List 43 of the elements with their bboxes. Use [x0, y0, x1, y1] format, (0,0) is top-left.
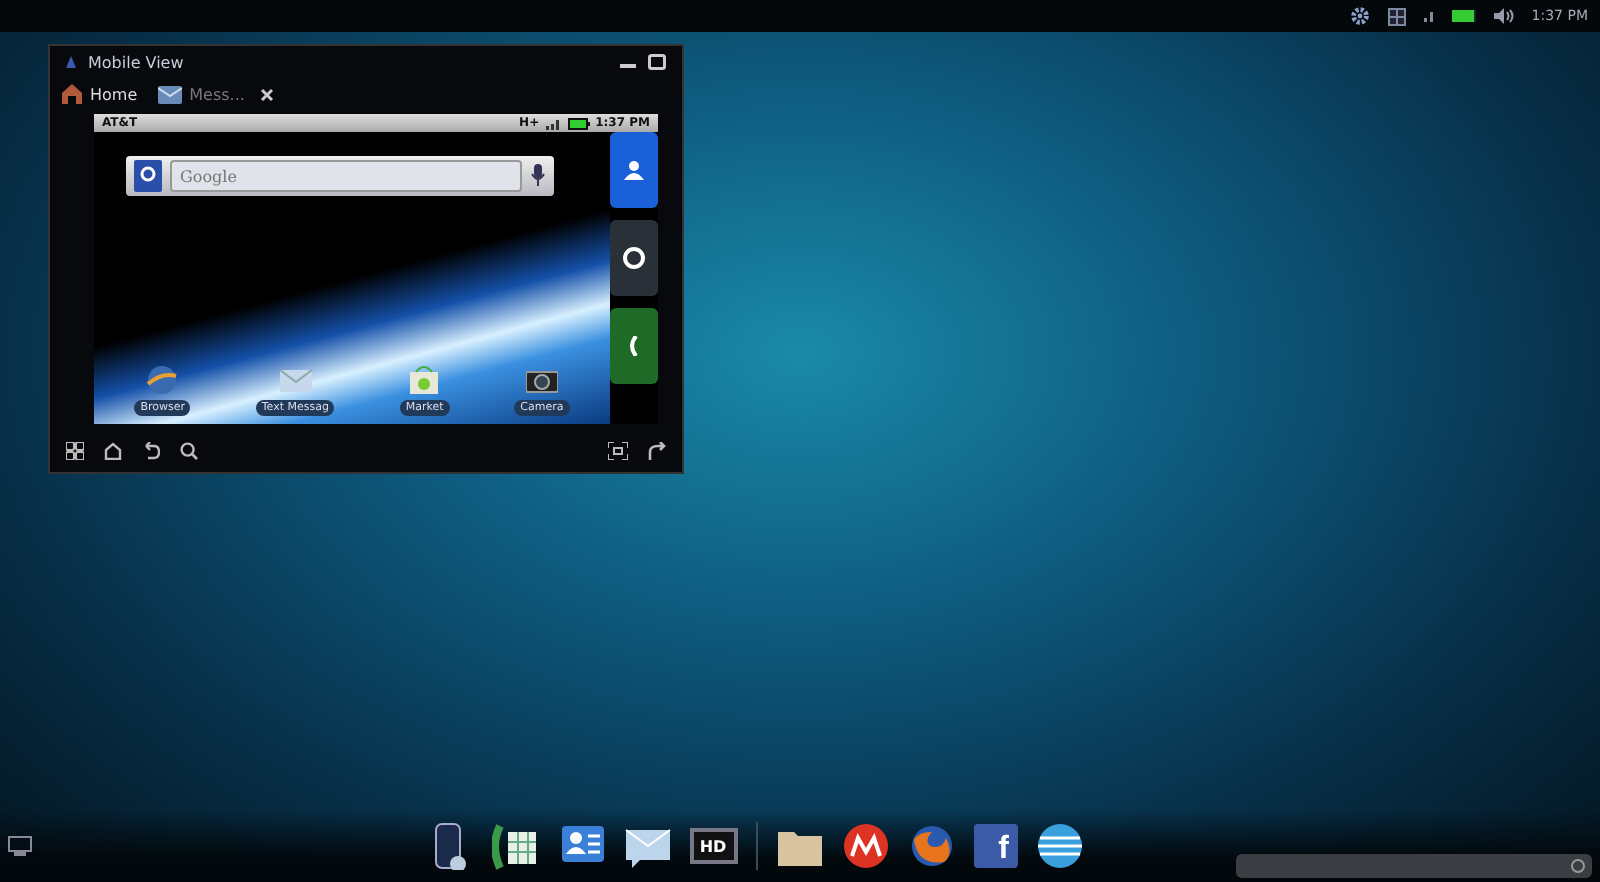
settings-icon[interactable]: [1349, 6, 1370, 26]
browser-icon: [146, 364, 179, 396]
signal-icon: [545, 117, 562, 129]
search-widget[interactable]: Google: [126, 156, 554, 196]
close-icon[interactable]: [260, 87, 275, 101]
home-icon[interactable]: [104, 441, 122, 459]
maximize-icon[interactable]: [648, 54, 666, 70]
globe-icon[interactable]: [1035, 822, 1083, 870]
microphone-icon[interactable]: [530, 164, 546, 188]
logo-icon[interactable]: [841, 822, 889, 870]
search-logo-icon: [134, 160, 162, 192]
fullscreen-icon[interactable]: [608, 441, 628, 459]
mail-icon: [279, 364, 312, 396]
contacts-button[interactable]: [610, 132, 658, 208]
tab[interactable]: Mess...: [153, 83, 249, 105]
back-icon[interactable]: [142, 441, 160, 459]
market-icon: [408, 364, 441, 396]
rotate-icon[interactable]: [648, 441, 666, 459]
app-icon: [66, 56, 76, 68]
home-button[interactable]: [610, 220, 658, 296]
speaker-icon[interactable]: [1493, 8, 1514, 24]
desktop-icon[interactable]: [8, 836, 32, 856]
search-field[interactable]: Google: [170, 160, 522, 192]
grid-icon[interactable]: [1387, 7, 1406, 25]
person-icon: [624, 160, 644, 180]
browser-icon[interactable]: [907, 822, 955, 870]
search-icon[interactable]: [180, 441, 198, 459]
house-icon: [62, 84, 82, 104]
search-icon: [1570, 858, 1586, 874]
signal-icon: [1423, 10, 1434, 22]
handset-icon: [628, 336, 640, 356]
window-title: Mobile View: [88, 53, 184, 71]
ring-icon: [622, 246, 646, 270]
battery-icon: [1451, 10, 1476, 22]
phone-button[interactable]: [610, 308, 658, 384]
battery-icon: [567, 117, 590, 129]
facebook-icon[interactable]: f: [973, 824, 1017, 868]
monitor-icon[interactable]: HD: [689, 828, 737, 864]
tab[interactable]: Home: [58, 82, 142, 106]
envelope-icon: [157, 85, 182, 103]
apps-grid-icon[interactable]: [66, 441, 84, 459]
dialer-icon[interactable]: [491, 822, 539, 870]
search-field[interactable]: [1236, 854, 1592, 878]
